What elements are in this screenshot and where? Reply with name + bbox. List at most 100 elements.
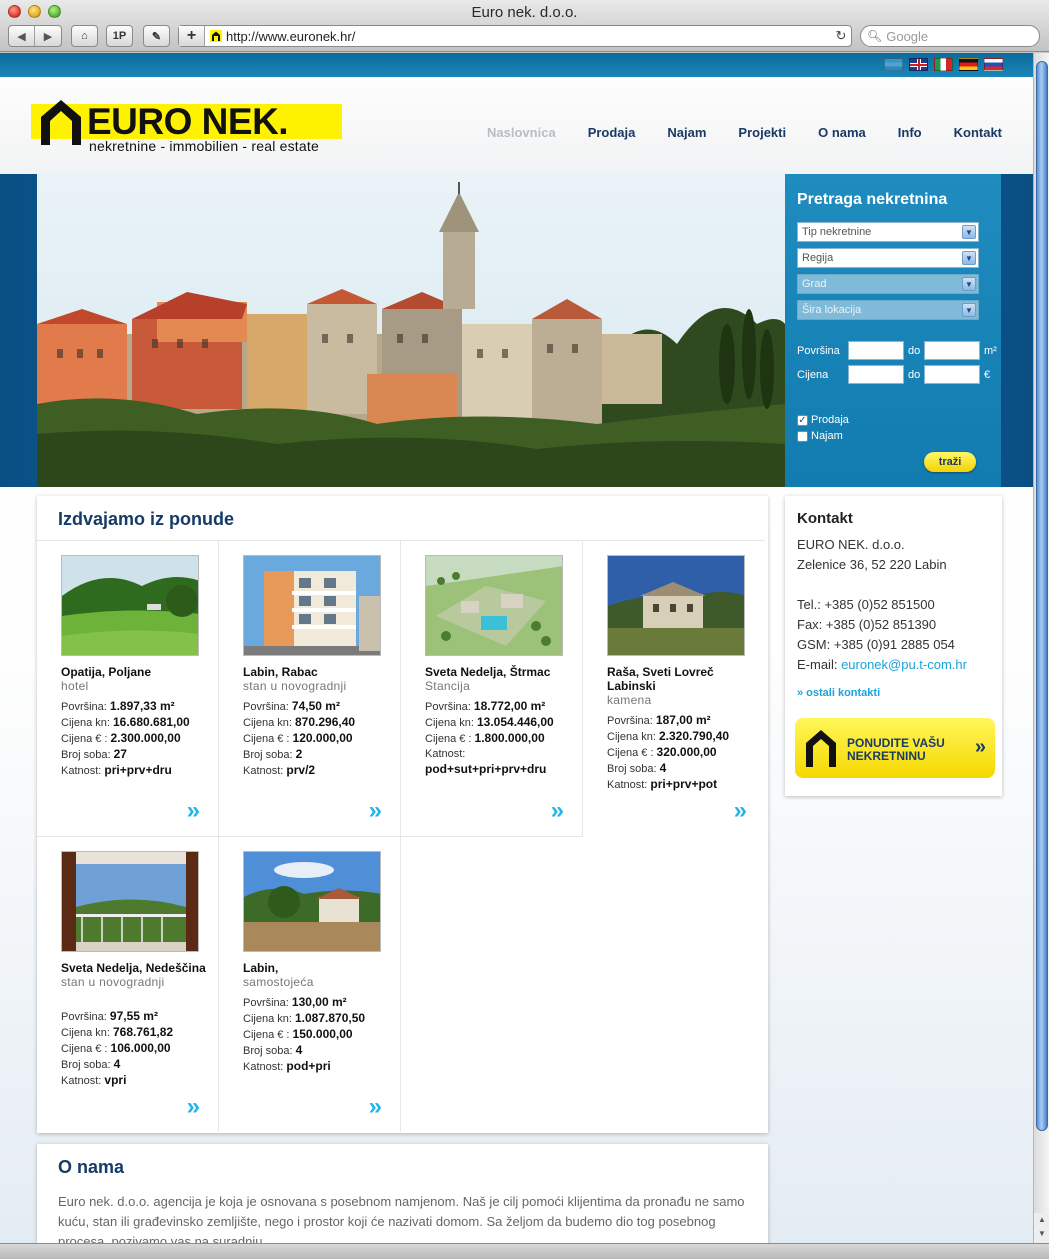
offer-type: stan u novogradnji xyxy=(61,975,165,989)
rent-checkbox-row[interactable]: Najam xyxy=(797,430,843,442)
offer-title[interactable]: Sveta Nedelja, Nedeščina stan u novograd… xyxy=(61,961,211,989)
location-select[interactable]: Šira lokacija ▼ xyxy=(797,300,979,320)
offer-title[interactable]: Labin, Rabac stan u novogradnji xyxy=(243,665,393,693)
rent-checkbox[interactable] xyxy=(797,430,808,442)
nav-projekti[interactable]: Projekti xyxy=(738,125,786,140)
address-bar[interactable]: + http://www.euronek.hr/ ↻ xyxy=(178,25,852,47)
offer-photo[interactable] xyxy=(61,851,199,952)
offer-more-link[interactable]: » xyxy=(369,1095,382,1119)
offer-type: stan u novogradnji xyxy=(243,679,347,693)
offer-photo[interactable] xyxy=(243,851,381,952)
forward-button[interactable]: ▶ xyxy=(35,26,61,46)
offer-photo[interactable] xyxy=(243,555,381,656)
city-value: Grad xyxy=(802,278,827,290)
flag-croatian-icon[interactable] xyxy=(884,58,903,71)
offer-sublocation: Štrmac xyxy=(509,665,551,679)
flag-german-icon[interactable] xyxy=(959,58,978,71)
price-to-input[interactable] xyxy=(924,365,980,384)
nav-info[interactable]: Info xyxy=(898,125,922,140)
rooms-label: Broj soba: xyxy=(243,1045,293,1057)
nav-prodaja[interactable]: Prodaja xyxy=(588,125,636,140)
offer-more-link[interactable]: » xyxy=(734,799,747,823)
area-value: 18.772,00 m² xyxy=(473,699,546,713)
onepassword-button[interactable]: 1P xyxy=(106,25,133,47)
offer-title[interactable]: Sveta Nedelja, Štrmac Stancija xyxy=(425,665,575,693)
price-from-input[interactable] xyxy=(848,365,904,384)
offer-sublocation: Poljane xyxy=(108,665,152,679)
nav-naslovnica[interactable]: Naslovnica xyxy=(487,125,556,140)
vertical-scrollbar[interactable]: ▲ ▼ xyxy=(1033,53,1049,1243)
rooms-value: 4 xyxy=(659,761,667,775)
offer-card[interactable]: Labin, samostojeća Površina: 130,00 m² C… xyxy=(219,836,401,1132)
flag-italian-icon[interactable] xyxy=(934,58,953,71)
floors-value: vpri xyxy=(104,1073,127,1087)
scrollbar-thumb[interactable] xyxy=(1036,61,1048,1131)
site-logo[interactable]: EURO NEK. nekretnine - immobilien - real… xyxy=(31,97,343,154)
area-from-input[interactable] xyxy=(848,341,904,360)
offer-card[interactable]: Sveta Nedelja, Nedeščina stan u novograd… xyxy=(37,836,219,1132)
offer-more-link[interactable]: » xyxy=(187,799,200,823)
contact-email-link[interactable]: euronek@pu.t-com.hr xyxy=(841,657,967,672)
price-eur-label: Cijena € : xyxy=(243,1029,290,1041)
back-button[interactable]: ◀ xyxy=(9,26,35,46)
offer-type: kamena xyxy=(607,693,652,707)
contact-gsm: GSM: +385 (0)91 2885 054 xyxy=(797,637,955,652)
status-bar xyxy=(0,1243,1049,1259)
url-text[interactable]: http://www.euronek.hr/ xyxy=(226,29,831,44)
contact-details: EURO NEK. d.o.o. Zelenice 36, 52 220 Lab… xyxy=(797,535,967,675)
search-button[interactable]: traži xyxy=(924,452,976,472)
nav-najam[interactable]: Najam xyxy=(667,125,706,140)
offer-photo[interactable] xyxy=(607,555,745,656)
offer-your-property-button[interactable]: PONUDITE VAŠU NEKRETNINU » xyxy=(795,718,995,778)
region-select[interactable]: Regija ▼ xyxy=(797,248,979,268)
nav-kontakt[interactable]: Kontakt xyxy=(954,125,1002,140)
offer-card[interactable]: Raša, Sveti Lovreč Labinski kamena Površ… xyxy=(583,540,765,836)
offer-more-link[interactable]: » xyxy=(551,799,564,823)
browser-search-input[interactable]: 🔍︎ Google xyxy=(860,25,1040,47)
rooms-value: 4 xyxy=(113,1057,121,1071)
offer-specs: Površina: 74,50 m² Cijena kn: 870.296,40… xyxy=(243,699,393,779)
price-eur-value: 1.800.000,00 xyxy=(474,731,545,745)
web-page: EURO NEK. nekretnine - immobilien - real… xyxy=(0,53,1033,1243)
sale-checkbox-row[interactable]: ✓ Prodaja xyxy=(797,414,849,426)
offer-title[interactable]: Raša, Sveti Lovreč Labinski kamena xyxy=(607,665,757,707)
area-to-input[interactable] xyxy=(924,341,980,360)
flag-russian-icon[interactable] xyxy=(984,58,1003,71)
offer-photo[interactable] xyxy=(61,555,199,656)
scroll-arrows[interactable]: ▲ ▼ xyxy=(1034,1213,1049,1243)
offer-card[interactable]: Labin, Rabac stan u novogradnji Površina… xyxy=(219,540,401,836)
contact-email-label: E-mail: xyxy=(797,657,842,672)
sale-checkbox[interactable]: ✓ xyxy=(797,414,808,426)
offer-title[interactable]: Labin, samostojeća xyxy=(243,961,393,989)
add-bookmark-button[interactable]: + xyxy=(179,26,205,46)
offer-title[interactable]: Opatija, Poljane hotel xyxy=(61,665,211,693)
offer-photo[interactable] xyxy=(425,555,563,656)
house-icon xyxy=(806,730,836,767)
area-label: Površina xyxy=(797,345,840,357)
flag-english-icon[interactable] xyxy=(909,58,928,71)
price-kn-value: 870.296,40 xyxy=(294,715,356,729)
offer-card[interactable]: Opatija, Poljane hotel Površina: 1.897,3… xyxy=(37,540,219,836)
offer-more-link[interactable]: » xyxy=(187,1095,200,1119)
price-kn-value: 768.761,82 xyxy=(112,1025,174,1039)
price-kn-value: 1.087.870,50 xyxy=(294,1011,366,1025)
chevron-down-icon: ▼ xyxy=(962,277,976,291)
reload-icon[interactable]: ↻ xyxy=(831,28,851,44)
home-button[interactable]: ⌂ xyxy=(71,25,98,47)
area-label: Površina: xyxy=(61,701,107,713)
other-contacts-link[interactable]: » ostali kontakti xyxy=(797,687,880,699)
offer-button-line2: NEKRETNINU xyxy=(847,749,926,763)
property-search-panel: Pretraga nekretnina Tip nekretnine ▼ Reg… xyxy=(785,174,1001,487)
property-type-select[interactable]: Tip nekretnine ▼ xyxy=(797,222,979,242)
floors-label: Katnost: xyxy=(61,765,102,777)
area-value: 1.897,33 m² xyxy=(109,699,175,713)
offer-more-link[interactable]: » xyxy=(369,799,382,823)
leaf-icon: ✎ xyxy=(151,30,162,43)
floors-label: Katnost: xyxy=(243,1061,284,1073)
city-select[interactable]: Grad ▼ xyxy=(797,274,979,294)
bookmark-button[interactable]: ✎ xyxy=(143,25,170,47)
hero-banner: Pretraga nekretnina Tip nekretnine ▼ Reg… xyxy=(0,174,1033,487)
nav-o-nama[interactable]: O nama xyxy=(818,125,866,140)
sale-checkbox-label: Prodaja xyxy=(811,414,849,426)
offer-card[interactable]: Sveta Nedelja, Štrmac Stancija Površina:… xyxy=(401,540,583,836)
